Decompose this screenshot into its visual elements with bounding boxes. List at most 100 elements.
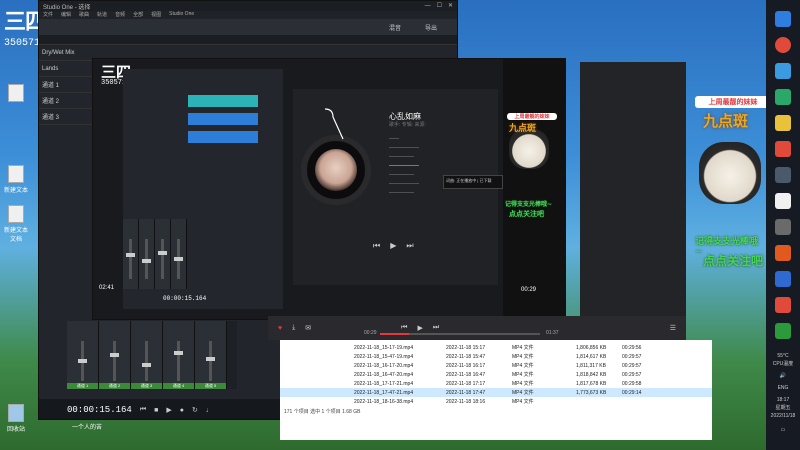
stop-icon[interactable]: ■ bbox=[154, 407, 158, 414]
close-icon[interactable]: ✕ bbox=[448, 3, 453, 9]
mixer-channel[interactable]: 通道 3 bbox=[131, 321, 163, 389]
menu-item[interactable]: 歌曲 bbox=[79, 11, 89, 19]
fader[interactable] bbox=[126, 239, 135, 279]
lyric-line: —————— bbox=[389, 145, 419, 151]
file-row[interactable]: 2022-11-18_16-47-20.mp4 2022-11-18 16:47 M… bbox=[280, 370, 712, 379]
maximize-icon[interactable]: ☐ bbox=[437, 3, 442, 9]
mixer-channel[interactable]: 通道 1 bbox=[67, 321, 99, 389]
loop-icon[interactable]: ↻ bbox=[192, 406, 198, 414]
play-icon[interactable]: ▶ bbox=[390, 241, 396, 251]
volume-icon[interactable]: 🔊 bbox=[780, 372, 786, 380]
menu-item[interactable]: 文件 bbox=[43, 11, 53, 19]
mixer-channel[interactable]: 通道 2 bbox=[99, 321, 131, 389]
desktop-icon-text[interactable]: 新建文本 bbox=[4, 165, 28, 194]
app-icon[interactable] bbox=[775, 219, 791, 235]
cpu-temp: 55°C bbox=[777, 353, 789, 359]
fader[interactable] bbox=[206, 341, 215, 381]
app-icon[interactable] bbox=[775, 193, 791, 209]
mixer-channel[interactable] bbox=[171, 219, 187, 289]
channel-name: 通道 5 bbox=[195, 383, 226, 389]
app-icon[interactable] bbox=[775, 245, 791, 261]
app-icon[interactable] bbox=[775, 323, 791, 339]
fader[interactable] bbox=[142, 239, 151, 279]
daw-titlebar[interactable]: Studio One - 选择 — ☐ ✕ bbox=[39, 1, 457, 11]
mixer-channel[interactable] bbox=[139, 219, 155, 289]
channel-name: 通道 3 bbox=[131, 383, 162, 389]
next-icon[interactable]: ⏭ bbox=[406, 241, 413, 251]
track-name: Dry/Wet Mix bbox=[42, 49, 75, 56]
export-button[interactable]: 导出 bbox=[425, 23, 437, 32]
desktop-icon-label: 回收站 bbox=[6, 427, 25, 433]
folder-icon[interactable] bbox=[775, 115, 791, 131]
fader[interactable] bbox=[174, 341, 183, 381]
fader[interactable] bbox=[110, 341, 119, 381]
prev-icon[interactable]: ⏮ bbox=[401, 324, 407, 332]
fader[interactable] bbox=[158, 239, 167, 279]
file-type: MP4 文件 bbox=[512, 372, 534, 378]
minimize-icon[interactable]: — bbox=[425, 3, 431, 9]
app-icon[interactable] bbox=[775, 271, 791, 287]
mixer-channel[interactable]: 通道 5 bbox=[195, 321, 227, 389]
channel-name: 通道 1 bbox=[67, 383, 98, 389]
next-icon[interactable]: ⏭ bbox=[433, 324, 439, 332]
heart-icon[interactable]: ♥ bbox=[278, 325, 282, 332]
music-app-icon[interactable] bbox=[775, 141, 791, 157]
file-row[interactable]: 2022-11-18_17-17-21.mp4 2022-11-18 17:17 M… bbox=[280, 379, 712, 388]
comment-icon[interactable]: ✉ bbox=[305, 324, 311, 332]
file-duration: 00:29:57 bbox=[622, 371, 642, 378]
chat-caption: 一个人的苦 bbox=[72, 425, 103, 431]
file-name: 2022-11-18_17-47-21.mp4 bbox=[354, 389, 414, 396]
mixer-channel[interactable] bbox=[155, 219, 171, 289]
mixer-channel[interactable]: 通道 4 bbox=[163, 321, 195, 389]
play-icon[interactable]: ▶ bbox=[417, 324, 422, 332]
file-size: 1,814,617 KB bbox=[576, 353, 607, 360]
playlist-icon[interactable]: ☰ bbox=[670, 324, 676, 332]
menu-item[interactable]: Studio One bbox=[169, 11, 194, 19]
menu-item[interactable]: 轨道 bbox=[97, 11, 107, 19]
capture-window[interactable]: 三四 3505717 00:00:15.164 02:41 心乱如麻 歌手: 专… bbox=[92, 58, 566, 320]
recycle-bin[interactable]: 回收站 bbox=[4, 404, 28, 433]
desktop-icon[interactable] bbox=[4, 84, 28, 104]
file-size: 1,818,842 KB bbox=[576, 371, 607, 378]
metronome-icon[interactable]: ♩ bbox=[206, 407, 213, 414]
app-icon[interactable] bbox=[775, 297, 791, 313]
input-lang[interactable]: ENG bbox=[778, 384, 789, 392]
app-icon[interactable] bbox=[775, 167, 791, 183]
menu-item[interactable]: 音频 bbox=[115, 11, 125, 19]
menu-item[interactable]: 编辑 bbox=[61, 11, 71, 19]
browser-icon[interactable] bbox=[775, 63, 791, 79]
song-meta: 歌手: 专辑: 来源: bbox=[389, 122, 426, 128]
file-row-selected[interactable]: 2022-11-18_17-47-21.mp4 2022-11-18 17:47 M… bbox=[280, 388, 712, 397]
inner-daw: 00:00:15.164 bbox=[123, 69, 283, 309]
app-icon[interactable] bbox=[775, 37, 791, 53]
prev-icon[interactable]: ⏮ bbox=[373, 241, 380, 251]
fader[interactable] bbox=[142, 341, 151, 381]
clock[interactable]: 18:17 bbox=[777, 396, 790, 404]
file-row[interactable]: 2022-11-18_16-17-20.mp4 2022-11-18 16:17 M… bbox=[280, 361, 712, 370]
mix-button[interactable]: 混音 bbox=[389, 23, 401, 32]
menu-item[interactable]: 全部 bbox=[133, 11, 143, 19]
fader[interactable] bbox=[78, 341, 87, 381]
file-type: MP4 文件 bbox=[512, 354, 534, 360]
track-name: Lands bbox=[42, 65, 59, 72]
app-icon[interactable] bbox=[775, 11, 791, 27]
fader[interactable] bbox=[174, 239, 183, 279]
notification-icon[interactable]: ▭ bbox=[781, 426, 786, 434]
desktop-icon-textdoc[interactable]: 新建文本文档 bbox=[4, 205, 28, 243]
file-row[interactable]: 2022-11-18_15-47-19.mp4 2022-11-18 15:47 M… bbox=[280, 352, 712, 361]
music-player[interactable]: 心乱如麻 歌手: 专辑: 来源: —— —————— ————— —————— … bbox=[293, 89, 503, 285]
progress-bar[interactable] bbox=[380, 333, 540, 335]
mixer-channel[interactable] bbox=[123, 219, 139, 289]
record-icon[interactable]: ● bbox=[180, 407, 184, 414]
play-icon[interactable]: ▶ bbox=[166, 406, 171, 414]
file-row[interactable]: 2022-11-18_15-17-19.mp4 2022-11-18 15:17 M… bbox=[280, 343, 712, 352]
sticker-green2: 点点关注吧 bbox=[703, 254, 764, 268]
timeline-ruler[interactable] bbox=[39, 35, 457, 45]
file-row[interactable]: 2022-11-18_18-16-38.mp4 2022-11-18 18:16 M… bbox=[280, 397, 712, 406]
download-icon[interactable]: ⤓ bbox=[292, 324, 295, 332]
menu-item[interactable]: 视图 bbox=[151, 11, 161, 19]
file-explorer[interactable]: 2022-11-18_15-17-19.mp4 2022-11-18 15:17 M… bbox=[280, 340, 712, 440]
edge-icon[interactable] bbox=[775, 89, 791, 105]
file-duration: 00:29:57 bbox=[622, 362, 642, 369]
rewind-icon[interactable]: ⏮ bbox=[140, 406, 146, 414]
